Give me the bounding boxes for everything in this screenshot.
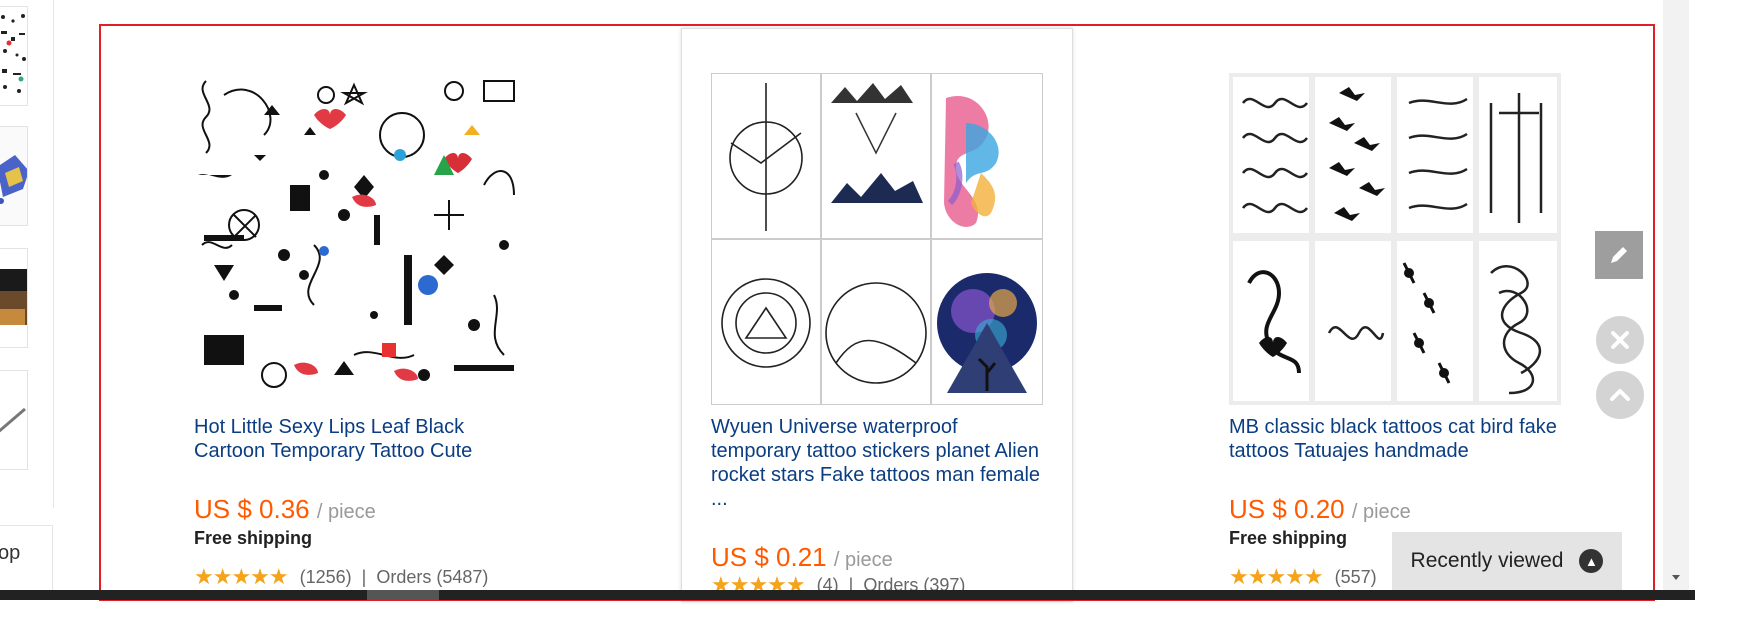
separator: | (848, 575, 854, 590)
thumbnail-2[interactable] (0, 126, 28, 226)
product-photo-thumb (0, 249, 27, 347)
product-price-2: US $ 0.21 / piece (711, 542, 893, 573)
scroll-down-icon[interactable] (1663, 568, 1689, 588)
rating-row-2: ★★★★★ (4) | Orders (397) (711, 572, 965, 590)
rating-stars-icon: ★★★★★ (194, 564, 289, 589)
product-price-1: US $ 0.36 / piece (194, 494, 376, 525)
product-title-2[interactable]: Wyuen Universe waterproof temporary tatt… (711, 415, 1051, 511)
product-image-2[interactable] (710, 72, 1044, 406)
shipping-info-1: Free shipping (194, 528, 313, 548)
close-icon (1611, 331, 1629, 349)
order-count: Orders (5487) (376, 567, 489, 587)
thumbnail-1[interactable] (0, 6, 28, 106)
product-photo-thumb (0, 127, 27, 225)
recently-viewed-label: Recently viewed (1410, 549, 1564, 572)
black-tattoos-image (1229, 73, 1561, 405)
product-title-3[interactable]: MB classic black tattoos cat bird fake t… (1229, 415, 1569, 463)
price-unit: / piece (316, 501, 376, 523)
edit-button[interactable] (1595, 231, 1643, 279)
product-price-3: US $ 0.20 / piece (1229, 494, 1411, 525)
price-unit: / piece (1351, 501, 1411, 523)
tattoo-sheet-image (194, 75, 526, 407)
rating-row-1: ★★★★★ (1256) | Orders (5487) (194, 564, 488, 590)
price-value: US $ 0.20 (1229, 494, 1345, 524)
product-photo-thumb (0, 371, 27, 469)
price-unit: / piece (833, 549, 893, 571)
thumbnail-4[interactable] (0, 370, 28, 470)
shipping-info-3: Free shipping (1229, 528, 1348, 548)
review-count[interactable]: (557) (1335, 567, 1377, 587)
back-to-top-button[interactable] (1596, 371, 1644, 419)
separator: | (361, 567, 367, 587)
rating-stars-icon: ★★★★★ (711, 572, 806, 590)
rating-stars-icon: ★★★★★ (1229, 564, 1324, 589)
thumbnail-3[interactable] (0, 248, 28, 348)
product-image-3[interactable] (1229, 73, 1561, 405)
thumbnail-strip (0, 0, 54, 508)
price-value: US $ 0.36 (194, 494, 310, 524)
horizontal-scrollbar-thumb[interactable] (367, 590, 439, 600)
pencil-icon (1611, 247, 1627, 263)
rating-row-3: ★★★★★ (557) (1229, 564, 1377, 590)
review-count[interactable]: (4) (817, 575, 839, 590)
vertical-scrollbar[interactable] (1663, 0, 1689, 600)
close-button[interactable] (1596, 316, 1644, 364)
product-image-1[interactable] (194, 75, 526, 407)
review-count[interactable]: (1256) (300, 567, 352, 587)
product-title-1[interactable]: Hot Little Sexy Lips Leaf Black Cartoon … (194, 415, 534, 463)
chevron-up-icon (1610, 389, 1630, 401)
price-value: US $ 0.21 (711, 542, 827, 572)
chevron-up-icon: ▲ (1579, 549, 1604, 573)
sidebar-partial-text: op (0, 542, 21, 564)
tattoo-sheet-thumb (0, 7, 27, 105)
order-count: Orders (397) (863, 575, 966, 590)
recently-viewed-button[interactable]: Recently viewed ▲ (1392, 532, 1622, 590)
horizontal-scrollbar[interactable] (0, 590, 1695, 600)
universe-tattoo-image (710, 72, 1044, 406)
